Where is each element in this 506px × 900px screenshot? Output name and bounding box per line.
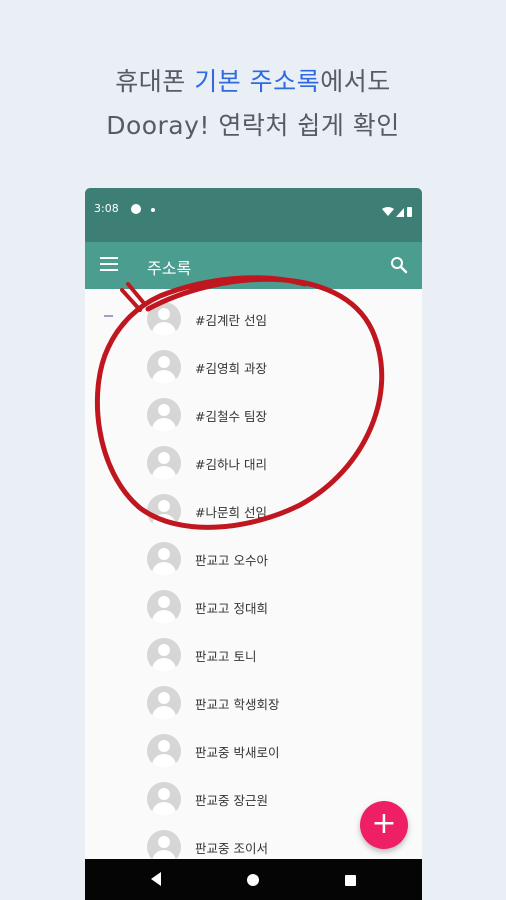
status-time: 3:08: [94, 202, 119, 215]
search-icon[interactable]: [390, 256, 408, 278]
avatar-icon: [147, 350, 181, 384]
back-icon[interactable]: [149, 871, 163, 887]
avatar-icon: [147, 494, 181, 528]
contact-list-item[interactable]: #김계란 선임: [85, 294, 422, 342]
contact-name: #김계란 선임: [195, 313, 267, 328]
contact-list-item[interactable]: 판교고 오수아: [85, 534, 422, 582]
headline-text: 휴대폰: [115, 67, 195, 96]
menu-icon[interactable]: [100, 257, 118, 271]
avatar-icon: [147, 590, 181, 624]
contact-name: #김철수 팀장: [195, 409, 267, 424]
home-icon[interactable]: [247, 874, 259, 886]
contact-name: 판교중 박새로이: [195, 745, 280, 760]
status-icons: [382, 203, 414, 222]
avatar-icon: [147, 638, 181, 672]
message-notification-icon: [131, 204, 141, 214]
contact-list-item[interactable]: #김하나 대리: [85, 438, 422, 486]
status-bar: 3:08: [85, 188, 422, 242]
avatar-icon: [147, 686, 181, 720]
contact-list-item[interactable]: 판교고 토니: [85, 630, 422, 678]
contact-list-item[interactable]: #김철수 팀장: [85, 390, 422, 438]
add-contact-button[interactable]: +: [360, 801, 408, 849]
headline-accent: 기본 주소록: [194, 67, 321, 96]
phone-screen: 3:08 주소록 #김계란 선임 #김영희 과장 #김철수 팀장 #김하나 대리 #나문…: [85, 188, 422, 900]
avatar-icon: [147, 302, 181, 336]
avatar-icon: [147, 782, 181, 816]
avatar-icon: [147, 734, 181, 768]
headline-line1: 휴대폰 기본 주소록에서도: [0, 62, 506, 98]
contact-name: 판교고 토니: [195, 649, 257, 664]
notification-dot-icon: [151, 208, 155, 212]
contact-name: #김영희 과장: [195, 361, 267, 376]
contact-name: 판교고 오수아: [195, 553, 268, 568]
avatar-icon: [147, 542, 181, 576]
contact-list-item[interactable]: #나문희 선임: [85, 486, 422, 534]
contact-list-item[interactable]: 판교고 학생회장: [85, 678, 422, 726]
contact-name: #나문희 선임: [195, 505, 267, 520]
contact-name: #김하나 대리: [195, 457, 267, 472]
app-bar: 주소록: [85, 242, 422, 289]
contact-name: 판교중 장근원: [195, 793, 268, 808]
avatar-icon: [147, 446, 181, 480]
contact-name: 판교고 학생회장: [195, 697, 280, 712]
avatar-icon: [147, 398, 181, 432]
wifi-signal-battery-icon: [382, 207, 412, 217]
contact-list-item[interactable]: 판교고 정대희: [85, 582, 422, 630]
recent-apps-icon[interactable]: [345, 875, 356, 886]
contact-name: 판교중 조이서: [195, 841, 268, 856]
contact-list-item[interactable]: #김영희 과장: [85, 342, 422, 390]
contact-name: 판교고 정대희: [195, 601, 268, 616]
headline-text-end: 에서도: [320, 67, 391, 96]
app-title: 주소록: [147, 259, 192, 278]
contact-list-item[interactable]: 판교중 박새로이: [85, 726, 422, 774]
navigation-bar: [85, 859, 422, 900]
headline-line2: Dooray! 연락처 쉽게 확인: [106, 111, 400, 140]
